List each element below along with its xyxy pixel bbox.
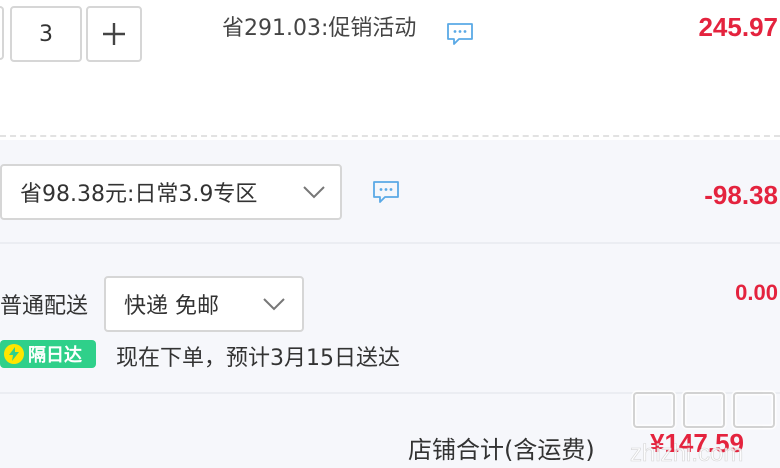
plus-icon xyxy=(103,23,125,45)
shipping-label: 普通配送 xyxy=(0,294,89,319)
badge-label: 隔日达 xyxy=(28,345,82,366)
next-day-badge: 隔日达 xyxy=(0,340,96,368)
shipping-select-label: 快递 免邮 xyxy=(124,294,219,319)
message-icon[interactable] xyxy=(372,180,400,204)
promotion-text: 省291.03:促销活动 xyxy=(222,16,417,41)
quantity-input[interactable]: 3 xyxy=(10,6,82,62)
discount-select-label: 省98.38元:日常3.9专区 xyxy=(20,182,258,207)
chevron-down-icon xyxy=(263,298,285,311)
store-total-amount: ¥147.59 xyxy=(650,428,744,458)
delivery-estimate: 现在下单，预计3月15日送达 xyxy=(116,346,400,371)
divider xyxy=(0,392,780,394)
divider xyxy=(0,135,780,137)
divider xyxy=(0,242,780,244)
chevron-down-icon xyxy=(303,186,325,199)
store-total-label: 店铺合计(含运费) xyxy=(408,436,595,464)
shipping-fee: 0.00 xyxy=(735,280,778,305)
decrement-button[interactable] xyxy=(0,6,4,60)
discount-amount: -98.38 xyxy=(704,180,778,210)
discount-select[interactable]: 省98.38元:日常3.9专区 xyxy=(0,164,342,220)
item-price: 245.97 xyxy=(698,12,778,42)
lightning-icon xyxy=(4,344,24,364)
quantity-value: 3 xyxy=(39,21,53,47)
increment-button[interactable] xyxy=(86,6,142,62)
message-icon[interactable] xyxy=(446,22,474,46)
shipping-select[interactable]: 快递 免邮 xyxy=(104,276,304,332)
